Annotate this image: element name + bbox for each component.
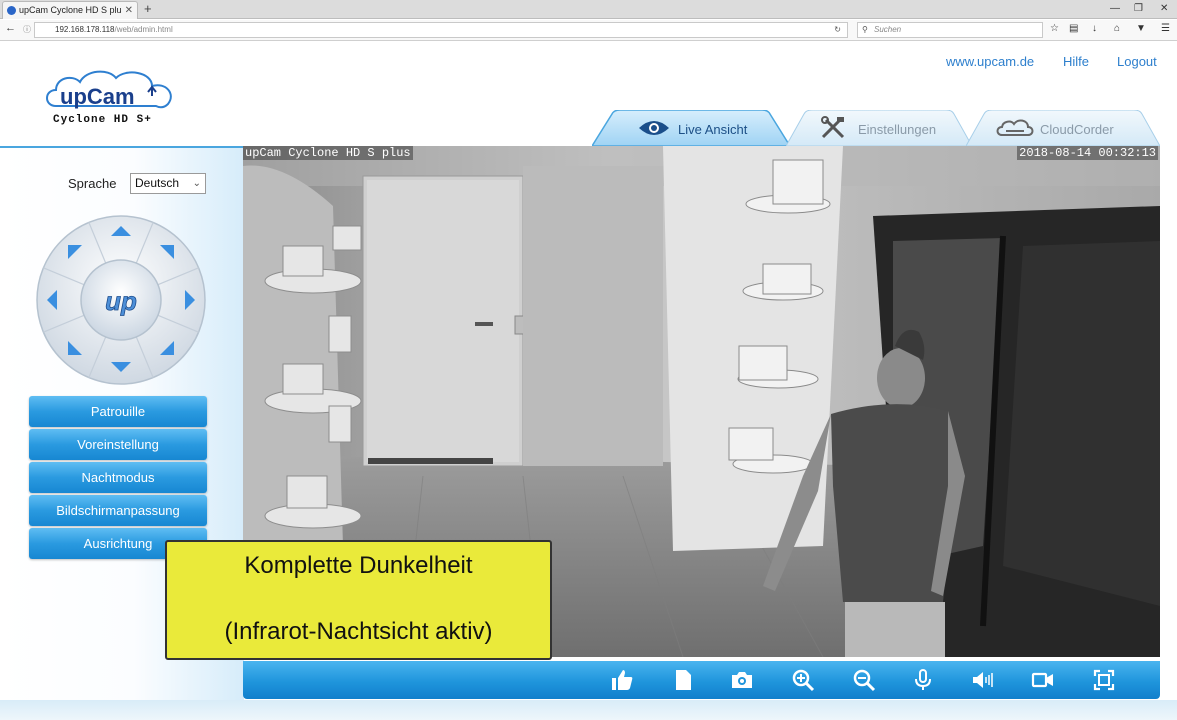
- upcam-logo[interactable]: upCam Cyclone HD S+: [42, 66, 178, 130]
- preset-button[interactable]: Voreinstellung: [29, 429, 207, 460]
- tab-cloudcorder[interactable]: CloudCorder: [966, 110, 1160, 146]
- display-settings-button[interactable]: Bildschirmanpassung: [29, 495, 207, 526]
- zoom-out-icon[interactable]: [852, 668, 876, 692]
- maximize-button[interactable]: ❐: [1134, 0, 1143, 18]
- browser-tab-title: upCam Cyclone HD S plu: [19, 5, 122, 15]
- download-icon[interactable]: ↓: [1092, 23, 1097, 34]
- search-icon: ⚲: [862, 25, 868, 34]
- tab-settings[interactable]: Einstellungen: [786, 110, 972, 146]
- search-placeholder: Suchen: [874, 25, 902, 34]
- logo-subtitle: Cyclone HD S+: [53, 114, 152, 126]
- ptz-down-button[interactable]: [108, 354, 134, 380]
- microphone-icon[interactable]: [911, 668, 935, 692]
- search-input[interactable]: ⚲ Suchen: [857, 22, 1043, 38]
- link-logout[interactable]: Logout: [1117, 54, 1157, 69]
- language-value: Deutsch: [135, 176, 180, 190]
- logo-text: upCam: [60, 84, 135, 109]
- back-arrow-icon[interactable]: ←: [5, 22, 16, 34]
- chevron-down-icon: ⌄: [192, 178, 201, 189]
- tab-close-icon[interactable]: ✕: [125, 2, 133, 19]
- url-bar[interactable]: 192.168.178.118/web/admin.html ↻: [34, 22, 848, 38]
- ptz-right-button[interactable]: [177, 287, 203, 313]
- up-logo-icon: up: [105, 286, 138, 317]
- osd-camera-name: upCam Cyclone HD S plus: [243, 146, 413, 160]
- fullscreen-icon[interactable]: [1092, 668, 1116, 692]
- eye-icon: [639, 121, 669, 135]
- link-upcam-website[interactable]: www.upcam.de: [946, 54, 1034, 69]
- language-select[interactable]: Deutsch ⌄: [130, 173, 206, 194]
- cloud-icon: [996, 119, 1034, 136]
- page-header: upCam Cyclone HD S+ www.upcam.de Hilfe L…: [0, 42, 1177, 146]
- link-help[interactable]: Hilfe: [1063, 54, 1089, 69]
- tools-icon: [821, 116, 845, 139]
- tab-live-view[interactable]: Live Ansicht: [592, 110, 790, 146]
- video-record-icon[interactable]: [1031, 668, 1055, 692]
- favicon-icon: [7, 6, 16, 15]
- ptz-center-button[interactable]: up: [81, 260, 161, 340]
- browser-tab[interactable]: upCam Cyclone HD S plu ✕: [2, 1, 138, 19]
- new-tab-button[interactable]: +: [144, 0, 152, 18]
- snapshot-icon[interactable]: [730, 668, 754, 692]
- zoom-in-icon[interactable]: [791, 668, 815, 692]
- pocket-icon[interactable]: ▼: [1136, 23, 1146, 34]
- url-path: /web/admin.html: [114, 25, 173, 34]
- language-label: Sprache: [68, 176, 117, 191]
- reload-icon[interactable]: ↻: [834, 23, 841, 37]
- page-footer-band: [0, 700, 1177, 720]
- browser-nav-bar: ← ⓘ 192.168.178.118/web/admin.html ↻ ⚲ S…: [0, 20, 1177, 41]
- tab-label: Einstellungen: [858, 122, 937, 137]
- annotation-line-2: (Infrarot-Nachtsicht aktiv): [224, 618, 493, 645]
- site-info-icon[interactable]: ⓘ: [23, 24, 31, 35]
- menu-icon[interactable]: ☰: [1161, 23, 1170, 34]
- minimize-button[interactable]: —: [1110, 0, 1120, 18]
- browser-tab-bar: upCam Cyclone HD S plu ✕ + — ❐ ✕: [0, 0, 1177, 19]
- ptz-logo-text: up: [105, 286, 137, 316]
- window-close-button[interactable]: ✕: [1160, 0, 1168, 18]
- url-host: 192.168.178.118: [55, 25, 115, 34]
- video-toolbar: [243, 661, 1160, 699]
- record-file-icon[interactable]: [671, 668, 695, 692]
- tab-label: CloudCorder: [1040, 122, 1114, 137]
- ptz-left-button[interactable]: [39, 287, 65, 313]
- osd-timestamp: 2018-08-14 00:32:13: [1017, 146, 1158, 160]
- annotation-box: Komplette Dunkelheit (Infrarot-Nachtsich…: [165, 540, 552, 660]
- annotation-line-1: Komplette Dunkelheit: [244, 552, 473, 579]
- ptz-control: up: [35, 214, 207, 386]
- night-mode-button[interactable]: Nachtmodus: [29, 462, 207, 493]
- bookmark-star-icon[interactable]: ☆: [1050, 23, 1059, 34]
- speaker-icon[interactable]: [971, 668, 995, 692]
- tab-label: Live Ansicht: [678, 122, 748, 137]
- patrol-button[interactable]: Patrouille: [29, 396, 207, 427]
- thumbs-up-icon[interactable]: [610, 668, 634, 692]
- clipboard-icon[interactable]: ▤: [1069, 23, 1078, 34]
- home-icon[interactable]: ⌂: [1114, 23, 1120, 34]
- ptz-up-button[interactable]: [108, 218, 134, 244]
